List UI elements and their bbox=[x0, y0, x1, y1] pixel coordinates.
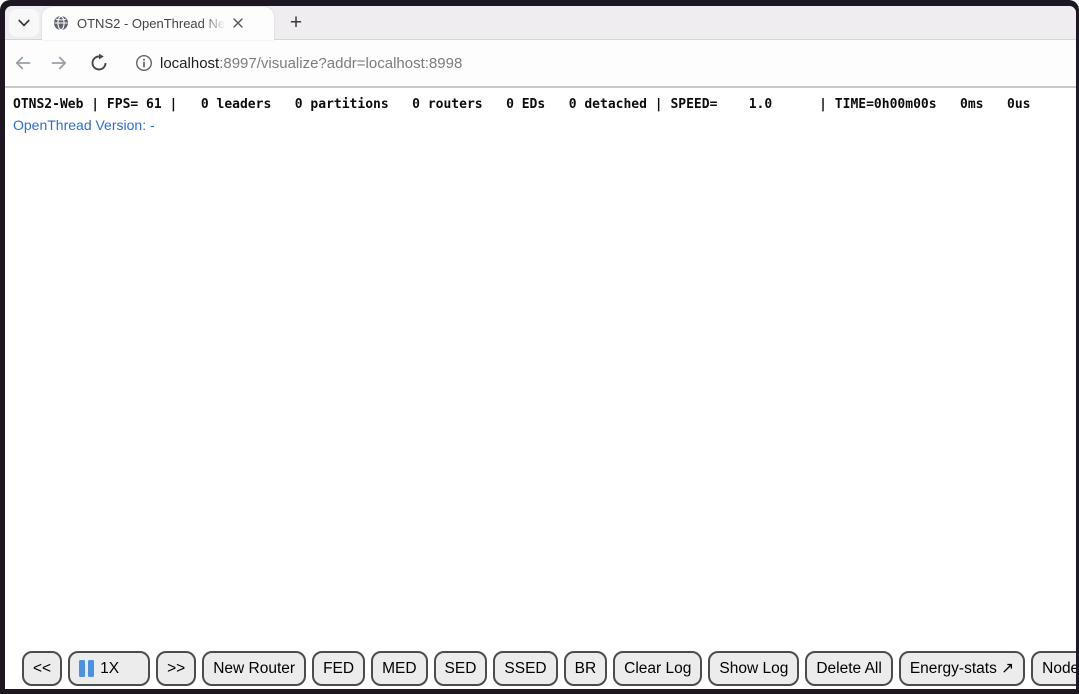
tab-title: OTNS2 - OpenThread Ne bbox=[77, 16, 229, 31]
tab-otns2[interactable]: OTNS2 - OpenThread Ne bbox=[42, 7, 274, 40]
arrow-right-icon bbox=[49, 53, 69, 73]
clear-log-button[interactable]: Clear Log bbox=[613, 651, 702, 686]
fed-button[interactable]: FED bbox=[312, 651, 365, 686]
globe-favicon-icon bbox=[53, 15, 69, 31]
back-button[interactable] bbox=[13, 53, 33, 73]
address-bar[interactable]: localhost:8997/visualize?addr=localhost:… bbox=[135, 54, 462, 72]
new-router-button[interactable]: New Router bbox=[202, 651, 306, 686]
speed-label: 1X bbox=[100, 660, 119, 678]
browser-chrome: OTNS2 - OpenThread Ne + bbox=[5, 6, 1076, 689]
status-line: OTNS2-Web | FPS= 61 | 0 leaders 0 partit… bbox=[13, 97, 1076, 113]
ssed-button[interactable]: SSED bbox=[493, 651, 557, 686]
delete-all-button[interactable]: Delete All bbox=[805, 651, 892, 686]
info-circle-icon[interactable] bbox=[135, 54, 153, 72]
openthread-version-text: OpenThread Version: - bbox=[13, 117, 1076, 133]
show-log-button[interactable]: Show Log bbox=[708, 651, 799, 686]
url-host: localhost bbox=[160, 55, 219, 72]
reload-button[interactable] bbox=[89, 53, 109, 73]
energy-stats-button[interactable]: Energy-stats ↗ bbox=[899, 651, 1025, 686]
refresh-icon bbox=[89, 53, 109, 73]
browser-window: OTNS2 - OpenThread Ne + bbox=[0, 0, 1079, 694]
med-button[interactable]: MED bbox=[371, 651, 427, 686]
new-tab-button[interactable]: + bbox=[283, 10, 309, 36]
chevron-down-icon bbox=[18, 19, 30, 27]
pause-icon bbox=[79, 660, 94, 677]
tab-search-button[interactable] bbox=[9, 9, 39, 37]
browser-toolbar: localhost:8997/visualize?addr=localhost:… bbox=[5, 40, 1076, 88]
sed-button[interactable]: SED bbox=[434, 651, 488, 686]
speed-up-button[interactable]: >> bbox=[156, 651, 196, 686]
tab-close-icon[interactable] bbox=[229, 14, 247, 32]
node-stats-button[interactable]: Node-stats ↗ bbox=[1031, 651, 1076, 686]
otns-visualizer-page: OTNS2-Web | FPS= 61 | 0 leaders 0 partit… bbox=[5, 88, 1076, 689]
speed-down-button[interactable]: << bbox=[22, 651, 62, 686]
url-path: :8997/visualize?addr=localhost:8998 bbox=[219, 55, 462, 72]
action-bar: << 1X >> New Router FED MED SED SSED BR … bbox=[22, 651, 1076, 686]
url-text: localhost:8997/visualize?addr=localhost:… bbox=[160, 55, 462, 72]
forward-button[interactable] bbox=[49, 53, 69, 73]
arrow-left-icon bbox=[13, 53, 33, 73]
pause-speed-button[interactable]: 1X bbox=[68, 651, 150, 686]
tab-strip: OTNS2 - OpenThread Ne + bbox=[5, 6, 1076, 40]
br-button[interactable]: BR bbox=[564, 651, 608, 686]
